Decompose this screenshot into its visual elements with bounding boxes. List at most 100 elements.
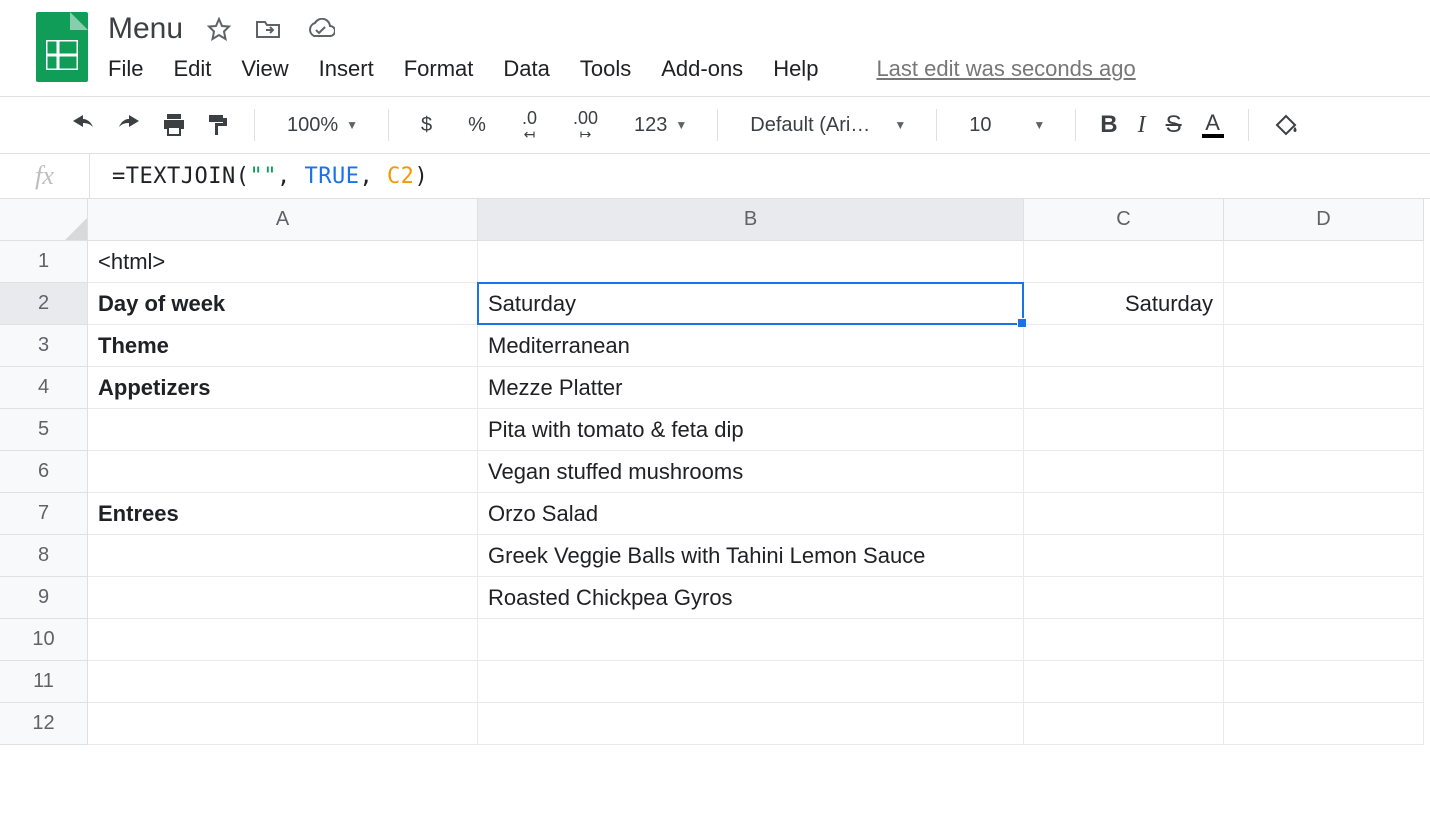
cell[interactable]: Day of week: [88, 283, 478, 325]
strikethrough-button[interactable]: S: [1156, 105, 1192, 145]
cell[interactable]: [1224, 493, 1424, 535]
cell[interactable]: Mezze Platter: [478, 367, 1024, 409]
decrease-decimal-button[interactable]: .0 ↤: [504, 105, 555, 145]
more-formats-dropdown[interactable]: 123 ▼: [616, 105, 703, 145]
cell[interactable]: [478, 241, 1024, 283]
text-color-button[interactable]: A: [1192, 105, 1234, 145]
menu-file[interactable]: File: [108, 56, 143, 82]
formula-input[interactable]: =TEXTJOIN("", TRUE, C2): [90, 164, 428, 189]
cell[interactable]: [478, 619, 1024, 661]
document-title[interactable]: Menu: [108, 12, 183, 46]
increase-decimal-button[interactable]: .00 ↦: [555, 105, 616, 145]
sheets-app-icon[interactable]: [36, 12, 88, 82]
cell[interactable]: Saturday: [1024, 283, 1224, 325]
cloud-saved-icon[interactable]: [305, 18, 335, 40]
cell[interactable]: [1024, 535, 1224, 577]
cell[interactable]: [478, 661, 1024, 703]
row-header[interactable]: 3: [0, 325, 88, 367]
cell[interactable]: [88, 661, 478, 703]
cell[interactable]: [88, 409, 478, 451]
cell[interactable]: [88, 451, 478, 493]
cell[interactable]: [1224, 703, 1424, 745]
cell[interactable]: [1024, 367, 1224, 409]
row-header[interactable]: 10: [0, 619, 88, 661]
font-dropdown[interactable]: Default (Ari… ▼: [732, 105, 922, 145]
cell[interactable]: Vegan stuffed mushrooms: [478, 451, 1024, 493]
row-header[interactable]: 8: [0, 535, 88, 577]
row-header[interactable]: 1: [0, 241, 88, 283]
cell[interactable]: [88, 703, 478, 745]
cell[interactable]: [1224, 535, 1424, 577]
cell[interactable]: [1224, 325, 1424, 367]
cell[interactable]: [88, 535, 478, 577]
row-header[interactable]: 6: [0, 451, 88, 493]
column-header[interactable]: C: [1024, 199, 1224, 241]
cell[interactable]: <html>: [88, 241, 478, 283]
cell[interactable]: Orzo Salad: [478, 493, 1024, 535]
menu-edit[interactable]: Edit: [173, 56, 211, 82]
cell[interactable]: Roasted Chickpea Gyros: [478, 577, 1024, 619]
cell[interactable]: [1024, 241, 1224, 283]
cell[interactable]: [1024, 619, 1224, 661]
row-header[interactable]: 11: [0, 661, 88, 703]
column-header[interactable]: D: [1224, 199, 1424, 241]
menu-insert[interactable]: Insert: [319, 56, 374, 82]
cell[interactable]: [1224, 409, 1424, 451]
cell[interactable]: [1224, 367, 1424, 409]
cell[interactable]: [1024, 493, 1224, 535]
cell[interactable]: [88, 619, 478, 661]
format-percent-button[interactable]: %: [450, 105, 504, 145]
column-header[interactable]: B: [478, 199, 1024, 241]
move-icon[interactable]: [255, 18, 281, 40]
cell[interactable]: [1224, 577, 1424, 619]
redo-button[interactable]: [106, 105, 152, 145]
menu-format[interactable]: Format: [404, 56, 474, 82]
cell[interactable]: Theme: [88, 325, 478, 367]
menu-help[interactable]: Help: [773, 56, 818, 82]
italic-button[interactable]: I: [1128, 105, 1156, 145]
cell[interactable]: Pita with tomato & feta dip: [478, 409, 1024, 451]
cell[interactable]: [1224, 283, 1424, 325]
cell[interactable]: [1024, 325, 1224, 367]
zoom-dropdown[interactable]: 100% ▼: [269, 105, 374, 145]
row-header[interactable]: 2: [0, 283, 88, 325]
cell[interactable]: [1024, 661, 1224, 703]
cell[interactable]: [1224, 619, 1424, 661]
menu-tools[interactable]: Tools: [580, 56, 631, 82]
chevron-down-icon: ▼: [346, 118, 364, 132]
cell[interactable]: [1224, 241, 1424, 283]
cell[interactable]: [1024, 577, 1224, 619]
cell[interactable]: Saturday: [478, 283, 1024, 325]
row-header[interactable]: 12: [0, 703, 88, 745]
cell[interactable]: Greek Veggie Balls with Tahini Lemon Sau…: [478, 535, 1024, 577]
cell[interactable]: [1024, 703, 1224, 745]
cell[interactable]: [1024, 451, 1224, 493]
cell[interactable]: [1224, 451, 1424, 493]
spreadsheet-grid[interactable]: ABCD1<html>2Day of weekSaturdaySaturday3…: [0, 199, 1430, 745]
bold-button[interactable]: B: [1090, 105, 1127, 145]
fill-color-button[interactable]: [1263, 105, 1309, 145]
cell[interactable]: Appetizers: [88, 367, 478, 409]
format-currency-button[interactable]: $: [403, 105, 450, 145]
row-header[interactable]: 7: [0, 493, 88, 535]
menu-addons[interactable]: Add-ons: [661, 56, 743, 82]
menu-view[interactable]: View: [241, 56, 288, 82]
font-size-dropdown[interactable]: 10 ▼: [951, 105, 1061, 145]
row-header[interactable]: 4: [0, 367, 88, 409]
menu-data[interactable]: Data: [503, 56, 549, 82]
cell[interactable]: Entrees: [88, 493, 478, 535]
star-icon[interactable]: [207, 17, 231, 41]
row-header[interactable]: 9: [0, 577, 88, 619]
print-button[interactable]: [152, 105, 196, 145]
cell[interactable]: [88, 577, 478, 619]
cell[interactable]: [1224, 661, 1424, 703]
row-header[interactable]: 5: [0, 409, 88, 451]
paint-format-button[interactable]: [196, 105, 240, 145]
undo-button[interactable]: [60, 105, 106, 145]
cell[interactable]: [478, 703, 1024, 745]
select-all-corner[interactable]: [0, 199, 88, 241]
last-edit-link[interactable]: Last edit was seconds ago: [876, 56, 1135, 82]
cell[interactable]: Mediterranean: [478, 325, 1024, 367]
cell[interactable]: [1024, 409, 1224, 451]
column-header[interactable]: A: [88, 199, 478, 241]
